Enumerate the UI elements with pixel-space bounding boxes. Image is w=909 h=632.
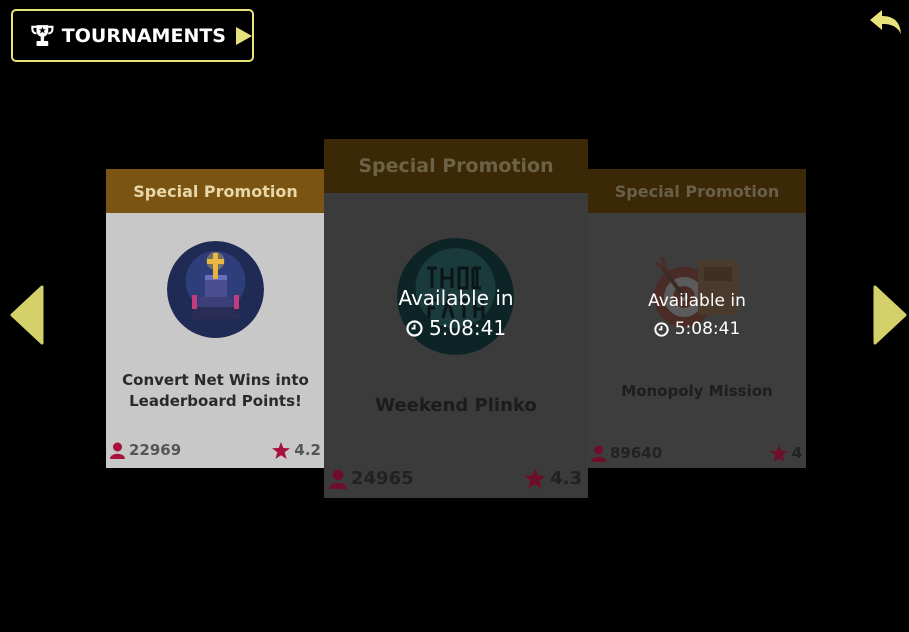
- back-arrow-icon[interactable]: [868, 8, 902, 38]
- star-icon: [272, 441, 291, 459]
- previous-arrow-icon[interactable]: [8, 285, 48, 345]
- available-label: Available in: [648, 291, 746, 311]
- trophy-icon: [31, 24, 54, 46]
- card-footer: 22969 4.2: [106, 441, 325, 459]
- card-footer: 89640 4: [588, 444, 806, 462]
- card-title-line: Convert Net Wins into: [122, 371, 309, 389]
- countdown-timer: 5:08:41: [324, 316, 588, 340]
- rating: 4.2: [272, 441, 321, 459]
- countdown-timer: 5:08:41: [588, 319, 806, 339]
- player-count: 24965: [329, 468, 414, 489]
- rating-value: 4.2: [294, 441, 321, 459]
- star-icon: [524, 468, 547, 489]
- card-title: Convert Net Wins into Leaderboard Points…: [106, 370, 325, 412]
- countdown-value: 5:08:41: [674, 319, 741, 339]
- rating-value: 4.3: [550, 468, 582, 489]
- player-count-value: 22969: [129, 441, 182, 459]
- player-count-value: 89640: [610, 444, 663, 462]
- promotion-card[interactable]: Special Promotion Weekend Plinko 24965 4…: [324, 139, 588, 498]
- availability-overlay: Available in 5:08:41: [588, 291, 806, 339]
- promotion-card[interactable]: Special Promotion Convert Net Wins into …: [106, 169, 325, 468]
- card-title: Monopoly Mission: [621, 382, 773, 400]
- next-arrow-icon[interactable]: [869, 285, 909, 345]
- player-count: 89640: [591, 444, 662, 462]
- clock-icon: [406, 319, 423, 337]
- user-icon: [110, 442, 125, 459]
- player-count: 22969: [110, 441, 181, 459]
- card-header: Special Promotion: [588, 169, 806, 213]
- star-icon: [769, 444, 788, 462]
- card-header: Special Promotion: [324, 139, 588, 193]
- available-label: Available in: [398, 286, 514, 310]
- availability-overlay: Available in 5:08:41: [324, 286, 588, 340]
- user-icon: [329, 469, 347, 489]
- rating: 4: [769, 444, 802, 462]
- promotion-card[interactable]: Special Promotion Monopoly Mission 89640…: [588, 169, 806, 468]
- tournaments-button[interactable]: TOURNAMENTS: [11, 9, 254, 62]
- rating-value: 4: [791, 444, 802, 462]
- card-footer: 24965 4.3: [324, 468, 588, 489]
- player-count-value: 24965: [351, 468, 414, 489]
- clock-icon: [654, 321, 669, 337]
- countdown-value: 5:08:41: [428, 316, 507, 340]
- user-icon: [591, 445, 606, 462]
- play-triangle-icon: [236, 26, 252, 45]
- rating: 4.3: [524, 468, 582, 489]
- card-header: Special Promotion: [106, 169, 325, 213]
- altar-icon: [167, 241, 264, 338]
- tournaments-label: TOURNAMENTS: [61, 24, 226, 47]
- card-title: Weekend Plinko: [375, 395, 537, 416]
- card-title-line: Leaderboard Points!: [129, 392, 302, 410]
